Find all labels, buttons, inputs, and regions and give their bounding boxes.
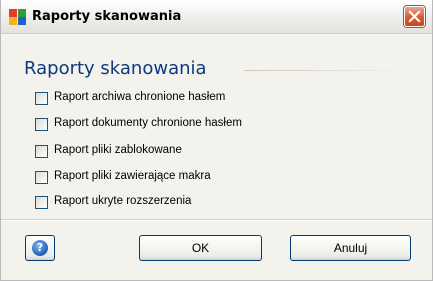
section-heading: Raporty skanowania [24, 58, 207, 79]
dialog-window: Raporty skanowania Raporty skanowania Ra… [0, 0, 433, 281]
option-label: Raport ukryte rozszerzenia [54, 195, 192, 207]
checkbox[interactable] [35, 196, 48, 209]
checkbox[interactable] [35, 92, 48, 105]
close-icon [408, 10, 421, 23]
close-button[interactable] [404, 6, 425, 27]
checkbox[interactable] [35, 171, 48, 184]
option-label: Raport dokumenty chronione hasłem [54, 117, 242, 129]
avg-app-icon [9, 9, 26, 25]
checkbox[interactable] [35, 118, 48, 131]
window-title: Raporty skanowania [32, 9, 182, 24]
cancel-button[interactable]: Anuluj [290, 235, 411, 261]
option-label: Raport pliki zawierające makra [54, 170, 211, 182]
option-label: Raport pliki zablokowane [54, 144, 182, 156]
ok-button[interactable]: OK [139, 235, 262, 261]
dialog-content: Raporty skanowania Raport archiwa chroni… [1, 34, 432, 280]
option-label: Raport archiwa chronione hasłem [54, 91, 226, 103]
title-bar[interactable]: Raporty skanowania [1, 0, 432, 34]
heading-divider [244, 70, 409, 71]
button-separator [1, 219, 432, 221]
help-button[interactable]: ? [25, 235, 55, 261]
checkbox[interactable] [35, 145, 48, 158]
help-icon: ? [32, 240, 48, 256]
